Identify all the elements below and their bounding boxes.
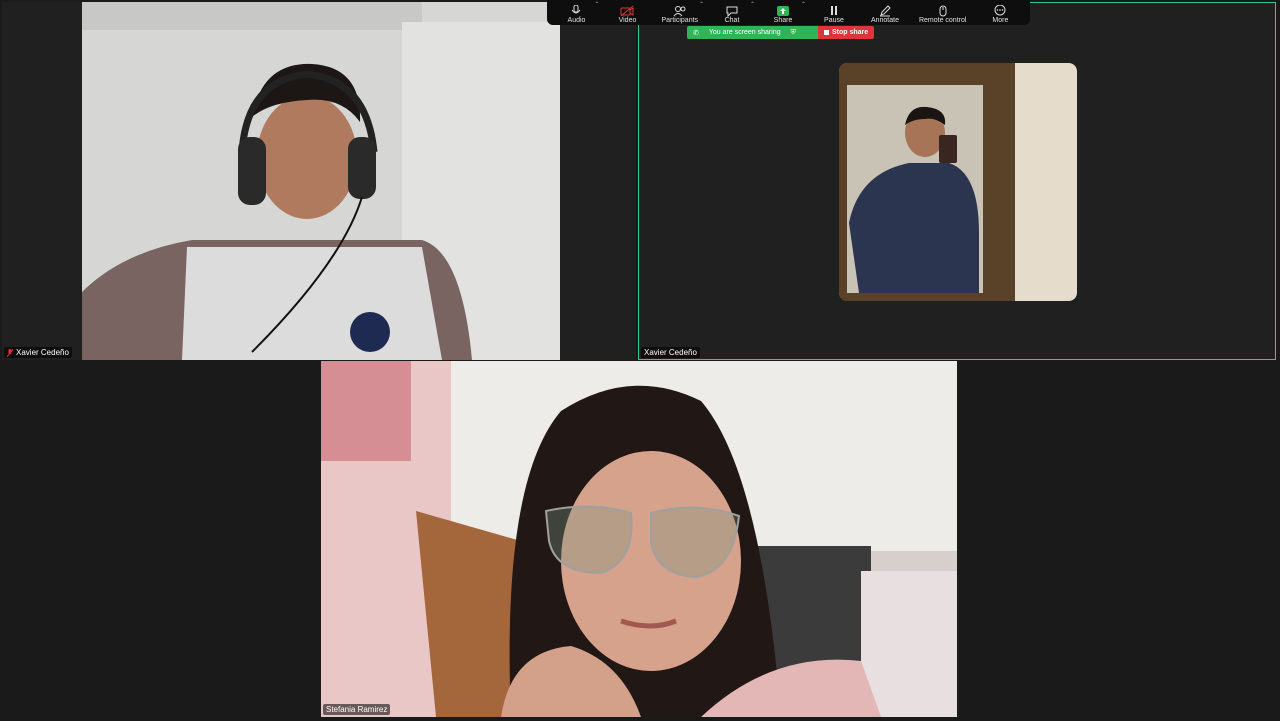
- stop-icon: [824, 30, 829, 35]
- chevron-down-icon[interactable]: ⌃: [801, 1, 806, 8]
- participant-name-label: Xavier Cedeño: [641, 347, 700, 358]
- video-off-icon: [620, 5, 634, 17]
- webcam-video-stefania: [321, 361, 957, 717]
- video-tile-xavier[interactable]: Xavier Cedeño: [2, 2, 636, 360]
- video-tile-stefania[interactable]: Stefania Ramirez: [321, 361, 957, 717]
- participant-name-label: Stefania Ramirez: [323, 704, 391, 715]
- mouse-icon: [939, 5, 947, 17]
- annotate-button[interactable]: Annotate: [868, 0, 902, 25]
- screen-sharing-banner: ✆ You are screen sharing ⛨ Stop share: [687, 26, 875, 39]
- participant-name-label: Xavier Cedeño: [4, 347, 72, 358]
- remote-control-button[interactable]: Remote control: [919, 0, 966, 25]
- participants-button[interactable]: ⌃ Participants: [661, 0, 704, 25]
- webcam-video-xavier: [82, 2, 560, 360]
- chevron-down-icon[interactable]: ⌃: [594, 1, 599, 8]
- more-button[interactable]: More: [983, 0, 1017, 25]
- video-tile-xavier-active[interactable]: Xavier Cedeño: [638, 2, 1276, 360]
- video-button[interactable]: Video: [610, 0, 644, 25]
- shield-icon: ⛨: [790, 28, 796, 36]
- chevron-down-icon[interactable]: ⌃: [699, 1, 704, 8]
- mic-muted-icon: [7, 348, 13, 357]
- shared-photo: [839, 63, 1077, 301]
- chat-button[interactable]: ⌃ Chat: [715, 0, 755, 25]
- pencil-icon: [879, 5, 891, 17]
- audio-button[interactable]: ⌃ Audio: [559, 0, 600, 25]
- share-screen-icon: [777, 6, 789, 16]
- meeting-toolbar: ⌃ Audio Video ⌃ Participants ⌃ Chat ⌃ Sh…: [547, 0, 1030, 25]
- chevron-down-icon[interactable]: ⌃: [750, 1, 755, 8]
- share-button[interactable]: ⌃ Share: [766, 0, 806, 25]
- microphone-icon: [572, 5, 581, 14]
- chat-icon: [726, 6, 738, 17]
- sharing-status[interactable]: ✆ You are screen sharing ⛨: [687, 26, 818, 39]
- stop-share-button[interactable]: Stop share: [818, 26, 875, 39]
- pause-icon: [830, 6, 837, 15]
- more-icon: [994, 5, 1006, 16]
- phone-icon: ✆: [693, 29, 699, 37]
- participants-icon: [673, 6, 686, 17]
- pause-share-button[interactable]: Pause: [817, 0, 851, 25]
